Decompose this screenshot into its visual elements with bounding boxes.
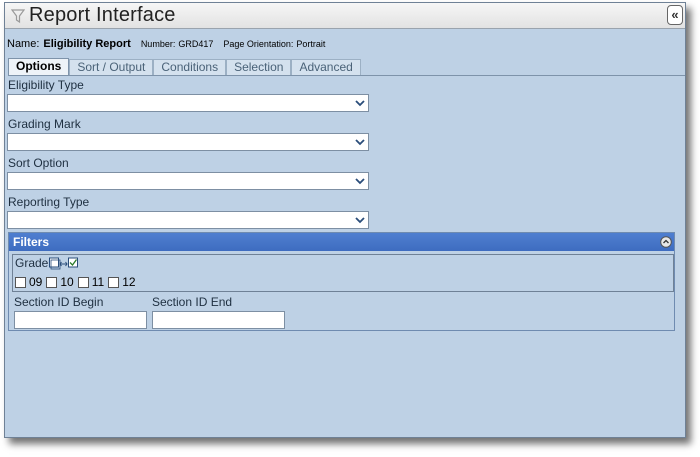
double-chevron-left-icon: « [671,7,679,22]
grade-10-label: 10 [60,275,74,289]
chevron-down-icon[interactable] [353,213,367,227]
filter-funnel-icon [11,6,27,26]
report-info-bar: Name: Eligibility Report Number: GRD417 … [5,30,685,58]
window-title: Report Interface [29,4,176,26]
page-orientation: Portrait [296,39,326,49]
checkbox-toggle-icon[interactable] [49,257,79,270]
tab-sort-output[interactable]: Sort / Output [69,59,154,75]
report-name: Eligibility Report [43,38,131,50]
reporting-type-label: Reporting Type [8,195,90,209]
grade-09-label: 09 [29,275,43,289]
section-id-begin-label: Section ID Begin [14,295,104,309]
number-label: Number: [140,39,176,49]
eligibility-type-select[interactable] [7,94,369,112]
grade-12-checkbox[interactable] [108,276,120,288]
chevron-down-icon[interactable] [353,96,367,110]
section-id-end-input[interactable] [152,311,285,329]
tab-options[interactable]: Options [8,58,70,75]
grade-label: Grade [15,256,49,270]
tab-conditions[interactable]: Conditions [153,59,227,75]
tab-advanced[interactable]: Advanced [291,59,361,75]
orientation-label: Page Orientation: [223,39,294,49]
grade-09-checkbox[interactable] [15,276,26,288]
name-label: Name: [7,38,40,50]
grade-11-checkbox[interactable] [77,276,89,288]
grade-12-label: 12 [122,275,136,289]
report-window: Report Interface « Name: Eligibility Rep… [4,2,686,438]
filters-header: Filters [9,233,674,251]
filters-title: Filters [13,235,50,249]
grade-option-12[interactable]: 12 [108,275,136,289]
grade-11-label: 11 [91,275,105,289]
tab-selection[interactable]: Selection [226,59,292,75]
sort-option-select[interactable] [7,172,369,190]
grade-option-09[interactable]: 09 [15,275,42,289]
sort-option-label: Sort Option [8,156,69,170]
report-number: GRD417 [178,39,214,49]
reporting-type-select[interactable] [7,211,369,229]
eligibility-type-label: Eligibility Type [8,78,84,92]
collapse-panel-button[interactable]: « [667,5,683,25]
section-id-end-label: Section ID End [152,295,233,309]
tab-strip: Options Sort / Output Conditions Selecti… [8,58,685,76]
title-bar: Report Interface « [5,3,685,29]
grade-10-checkbox[interactable] [46,276,58,288]
grade-option-10[interactable]: 10 [46,275,74,289]
grade-options: 09 10 11 12 [15,275,140,289]
chevron-down-icon[interactable] [353,135,367,149]
grading-mark-label: Grading Mark [8,117,81,131]
grading-mark-select[interactable] [7,133,369,151]
filters-panel: Filters Grade 09 10 11 12 Section ID Beg… [8,232,675,331]
grade-option-11[interactable]: 11 [77,275,105,289]
chevron-down-icon[interactable] [353,174,367,188]
section-id-begin-input[interactable] [14,311,147,329]
grade-filter-group: Grade 09 10 11 12 [12,254,674,292]
collapse-circle-icon[interactable] [659,235,672,248]
